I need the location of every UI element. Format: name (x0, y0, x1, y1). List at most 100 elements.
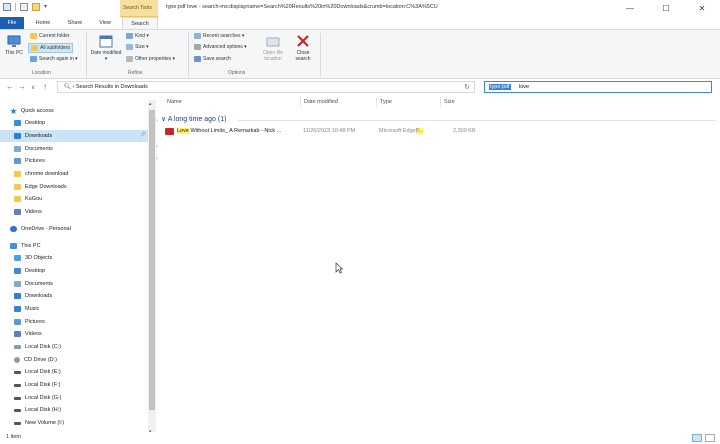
kind-label: Kind ▾ (135, 33, 149, 39)
other-properties-button[interactable]: Other properties ▾ (126, 56, 175, 62)
recent-searches-button[interactable]: Recent searches ▾ (194, 33, 244, 39)
file-type: Microsoft EdgeP... (379, 128, 424, 134)
pdf-file-icon (165, 128, 174, 135)
nav-desktop[interactable]: Desktop 📌︎ (14, 117, 160, 129)
nav-onedrive[interactable]: OneDrive - Personal (10, 223, 156, 235)
maximize-button[interactable]: ☐ (648, 0, 684, 17)
chevron-down-icon[interactable]: ∨ (31, 84, 35, 91)
new-file-icon[interactable] (20, 3, 28, 11)
nav-downloads[interactable]: Downloads 📌︎ (0, 130, 148, 142)
drive-icon (14, 383, 21, 387)
nav-label: 3D Objects (25, 255, 53, 261)
nav-kugou[interactable]: KuGou (14, 193, 160, 205)
chevron-down-icon[interactable]: ▾ (44, 4, 50, 10)
properties-icon[interactable] (3, 3, 11, 11)
file-name-rest: Without Limits_ A Remarkab - Nick ... (188, 128, 282, 134)
nav-chrome-download[interactable]: chrome download (14, 168, 160, 180)
computer-icon (10, 243, 17, 249)
nav-local-disk-c[interactable]: Local Disk (C:) (14, 341, 160, 353)
folder-icon[interactable] (32, 3, 40, 11)
nav-pc-documents[interactable]: Documents (14, 278, 160, 290)
this-pc-button[interactable]: This PC (4, 34, 24, 56)
advanced-options-button[interactable]: Advanced options ▾ (194, 44, 247, 50)
file-date: 11/26/2023 10:48 PM (303, 128, 356, 134)
nav-label: KuGou (25, 196, 43, 202)
drive-icon (14, 421, 21, 425)
nav-pc-pictures[interactable]: Pictures (14, 316, 160, 328)
back-arrow-icon[interactable]: ← (6, 82, 14, 91)
tab-search[interactable]: Search (122, 17, 158, 29)
scrollbar-thumb[interactable] (149, 110, 155, 410)
open-file-location-button[interactable]: Open file location (258, 34, 288, 62)
nav-music[interactable]: Music (14, 303, 160, 315)
details-view-icon[interactable] (692, 434, 702, 442)
nav-this-pc[interactable]: This PC (10, 240, 156, 252)
pin-icon[interactable]: 📌︎ (140, 132, 146, 138)
save-icon (194, 56, 201, 62)
column-header-date-modified[interactable]: Date modified (304, 99, 338, 105)
nav-local-disk-g[interactable]: Local Disk (G:) (14, 392, 160, 404)
file-row[interactable]: Love Without Limits_ A Remarkab - Nick .… (164, 127, 634, 137)
nav-scrollbar[interactable]: ▴ ▾ (148, 100, 156, 436)
folder-icon (30, 33, 37, 39)
close-button[interactable]: ✕ (684, 0, 720, 17)
nav-edge-downloads[interactable]: Edge Downloads (14, 181, 160, 193)
tab-file[interactable]: File (0, 17, 24, 29)
minimize-button[interactable]: — (612, 0, 648, 17)
search-input[interactable]: type:pdf love (484, 81, 712, 93)
tab-home[interactable]: Home (28, 17, 58, 29)
date-modified-button[interactable]: Date modified ▾ (90, 34, 122, 62)
chevron-up-icon[interactable]: ▴ (149, 101, 152, 107)
desktop-icon (14, 120, 21, 126)
current-folder-button[interactable]: Current folder (30, 33, 70, 39)
up-arrow-icon[interactable]: ↑ (43, 82, 47, 91)
file-type-prefix: Microsoft Edge (379, 128, 416, 134)
large-icons-view-icon[interactable] (705, 434, 715, 442)
search-again-label: Search again in ▾ (39, 56, 78, 62)
status-bar: 1 item (0, 432, 720, 444)
folder-icon (14, 196, 21, 202)
size-icon (126, 44, 133, 50)
other-properties-label: Other properties ▾ (135, 56, 176, 62)
group-header[interactable]: ∨ A long time ago (1) (161, 115, 226, 123)
size-button[interactable]: Size ▾ (126, 44, 149, 50)
history-icon (194, 33, 201, 39)
forward-arrow-icon[interactable]: → (18, 82, 26, 91)
tab-view[interactable]: View (90, 17, 120, 29)
nav-pc-videos[interactable]: Videos (14, 328, 160, 340)
nav-pc-desktop[interactable]: Desktop (14, 265, 160, 277)
title-bar: ▾ Search Tools type:pdf love - search-ms… (0, 0, 720, 17)
search-again-button[interactable]: Search again in ▾ (30, 56, 78, 62)
nav-label: Downloads (25, 133, 53, 139)
kind-button[interactable]: Kind ▾ (126, 33, 149, 39)
nav-documents[interactable]: Documents 📌︎ (14, 143, 160, 155)
column-header-type[interactable]: Type (380, 99, 392, 105)
column-header-name[interactable]: Name (167, 99, 182, 105)
folder-open-icon (266, 37, 280, 47)
nav-pictures[interactable]: Pictures 📌︎ (14, 155, 160, 167)
address-bar[interactable]: 🔍︎ › Search Results in Downloads ↻ (57, 81, 475, 93)
nav-label: Edge Downloads (25, 184, 67, 190)
nav-local-disk-e[interactable]: Local Disk (E:) (14, 366, 160, 378)
calendar-icon (99, 35, 113, 48)
file-name-highlight: Love (177, 128, 189, 134)
divider (376, 97, 377, 107)
nav-cd-drive-d[interactable]: CD Drive (D:) (14, 354, 160, 366)
nav-new-volume-i[interactable]: New Volume (I:) (14, 417, 160, 429)
nav-pc-downloads[interactable]: Downloads (14, 290, 160, 302)
tab-share[interactable]: Share (60, 17, 90, 29)
video-icon (14, 331, 21, 337)
ribbon: This PC Current folder All subfolders Se… (0, 29, 720, 79)
nav-local-disk-f[interactable]: Local Disk (F:) (14, 379, 160, 391)
all-subfolders-button[interactable]: All subfolders (28, 43, 74, 53)
column-header-size[interactable]: Size (444, 99, 455, 105)
nav-videos[interactable]: Videos (14, 206, 160, 218)
nav-local-disk-h[interactable]: Local Disk (H:) (14, 404, 160, 416)
nav-3d-objects[interactable]: 3D Objects (14, 252, 160, 264)
ribbon-tabs: File Home Share View Search (0, 17, 720, 29)
nav-quick-access[interactable]: Quick access (10, 105, 156, 117)
close-search-button[interactable]: Close search (290, 34, 316, 62)
refresh-icon[interactable]: ↻ (464, 83, 470, 91)
picture-icon (14, 319, 21, 325)
save-search-button[interactable]: Save search (194, 56, 231, 62)
